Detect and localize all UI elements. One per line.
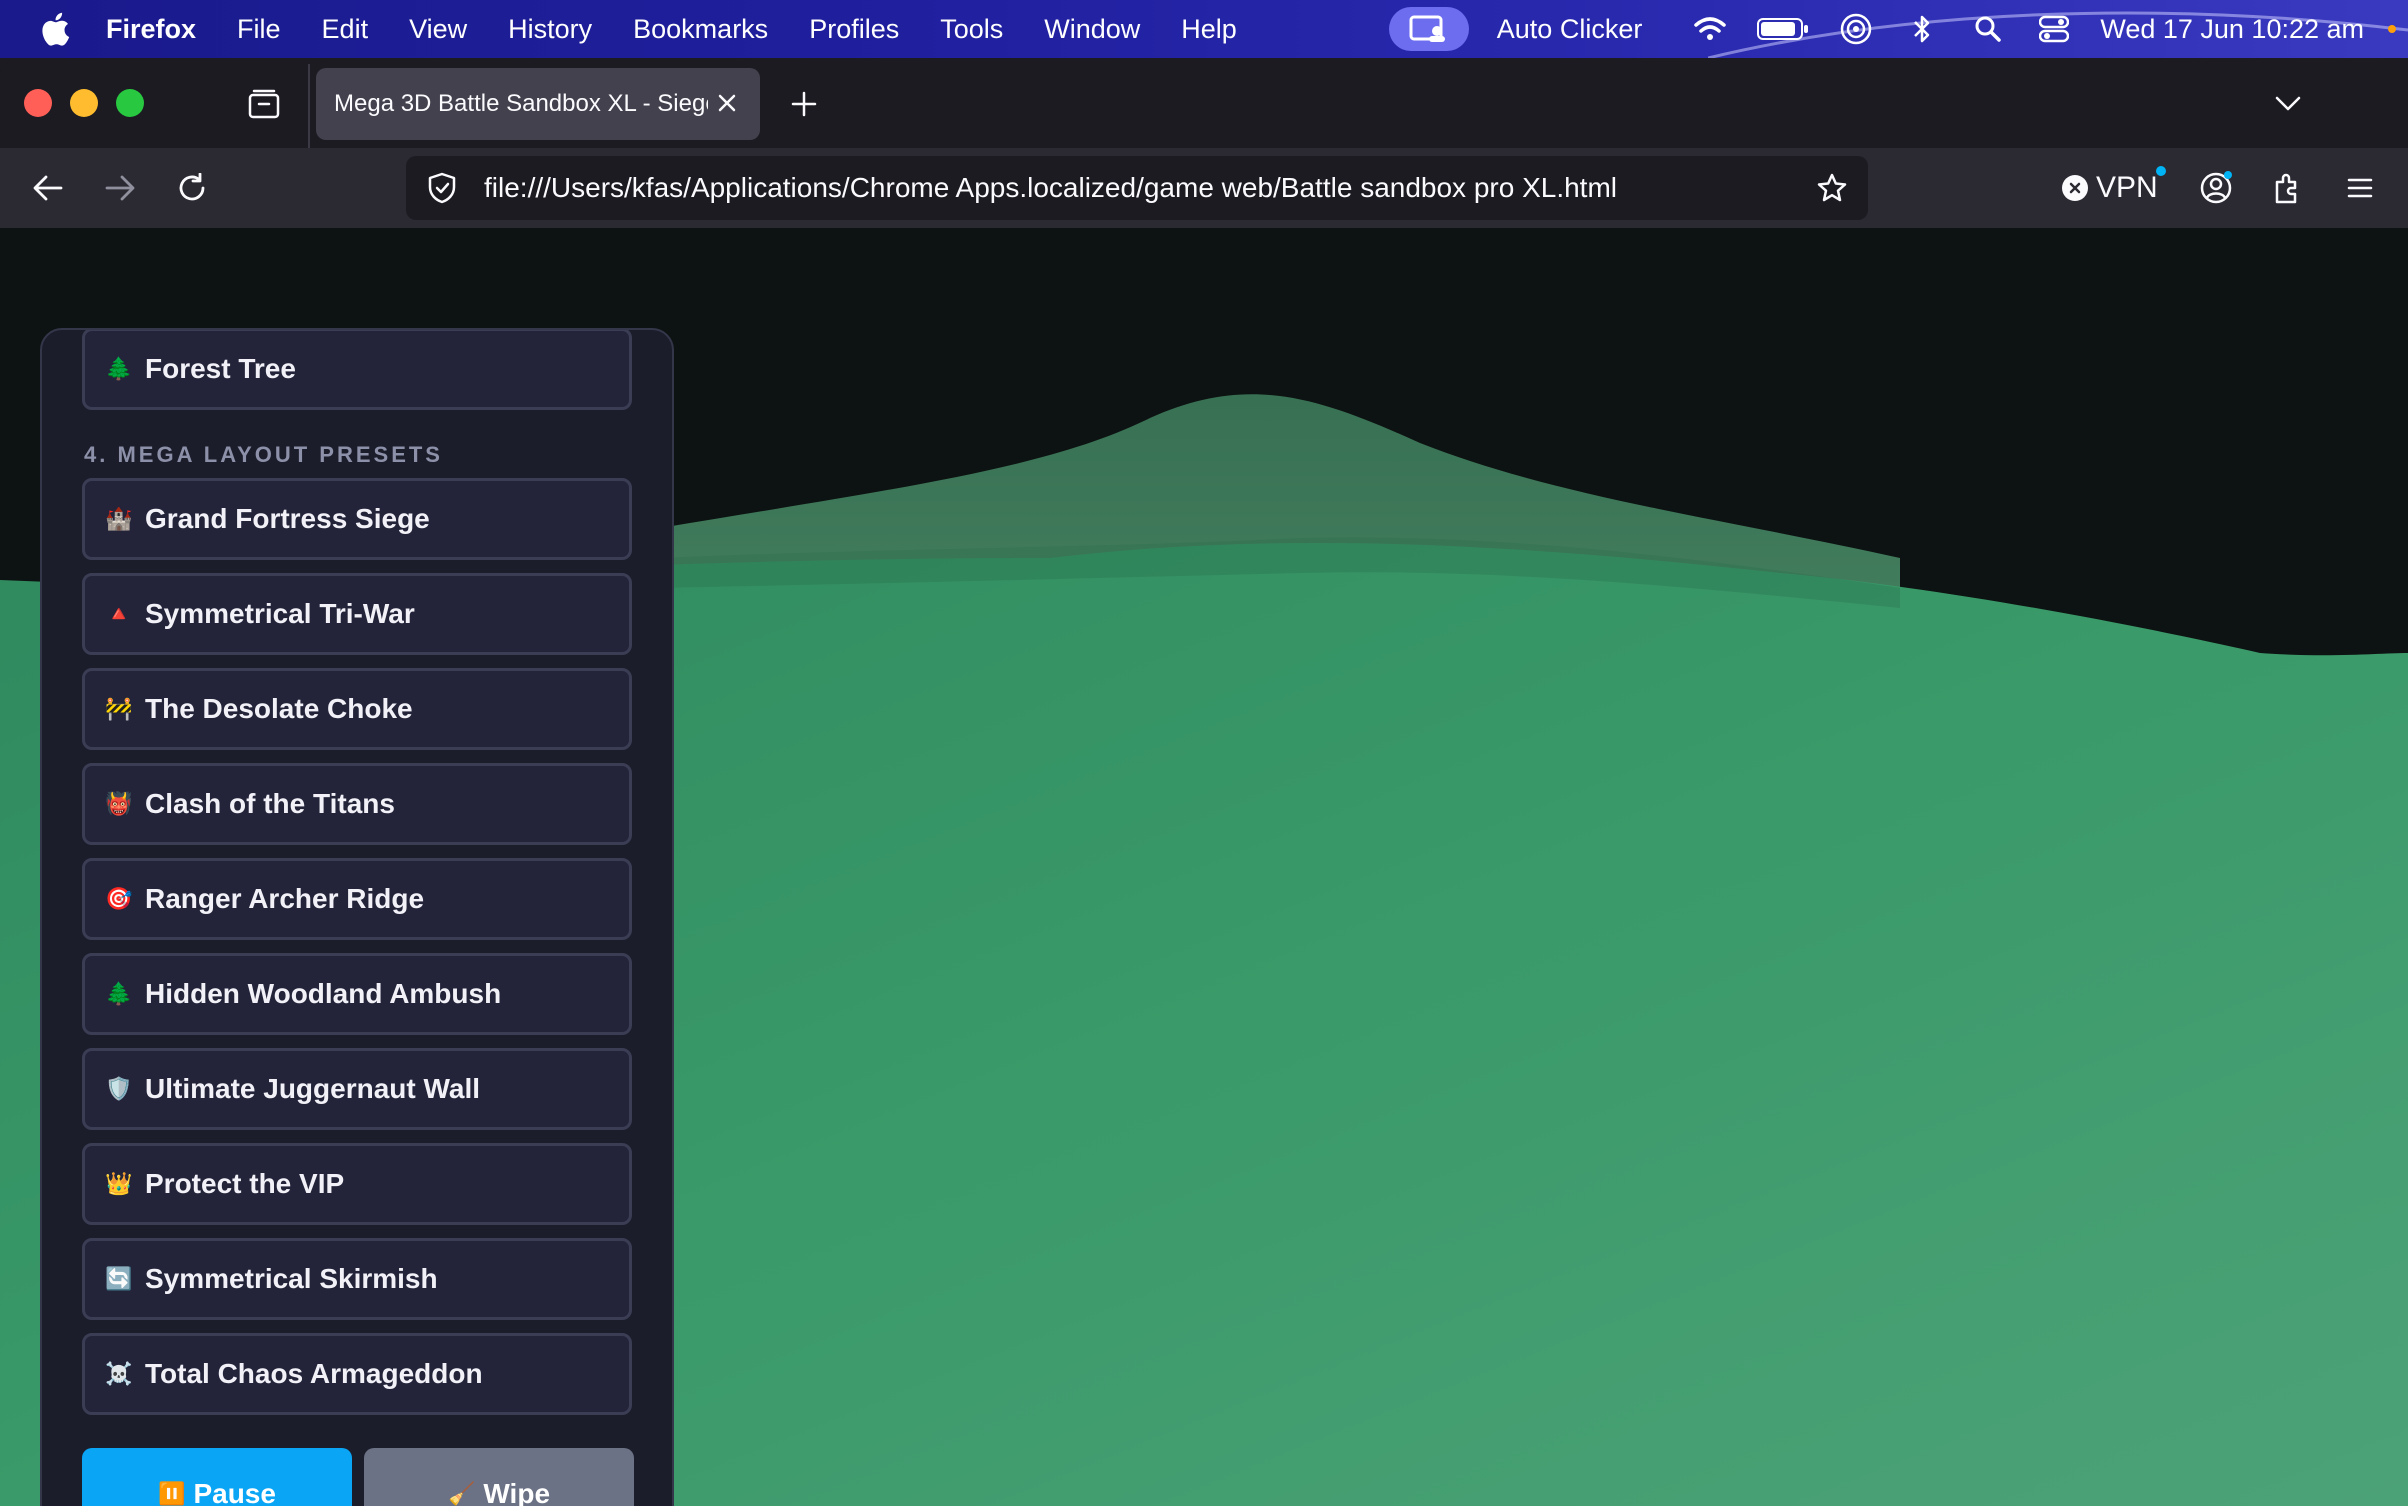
control-center-icon[interactable]	[2034, 9, 2074, 49]
preset-grand-fortress-siege[interactable]: 🏰 Grand Fortress Siege	[82, 478, 632, 560]
preset-label: Ranger Archer Ridge	[145, 883, 425, 914]
menu-history[interactable]: History	[508, 14, 592, 45]
red-triangle-icon: 🔺	[105, 601, 133, 626]
airdrop-icon[interactable]	[1836, 9, 1876, 49]
back-arrow-icon[interactable]	[26, 166, 70, 210]
bookmark-star-icon[interactable]	[1812, 168, 1852, 208]
tab-overview-icon[interactable]	[244, 84, 284, 124]
menu-bookmarks[interactable]: Bookmarks	[633, 14, 768, 45]
target-icon: 🎯	[105, 886, 133, 911]
wifi-icon[interactable]	[1690, 9, 1730, 49]
battery-icon[interactable]	[1756, 9, 1810, 49]
wipe-label: Wipe	[483, 1478, 551, 1506]
preset-label: Clash of the Titans	[145, 788, 395, 819]
preset-hidden-woodland-ambush[interactable]: 🌲 Hidden Woodland Ambush	[82, 953, 632, 1035]
active-tab[interactable]: Mega 3D Battle Sandbox XL - Siege	[316, 68, 760, 140]
preset-clash-of-the-titans[interactable]: 👹 Clash of the Titans	[82, 763, 632, 845]
forest-tree-label: Forest Tree	[145, 353, 296, 384]
menu-view[interactable]: View	[409, 14, 467, 45]
ogre-icon: 👹	[105, 791, 133, 816]
recording-indicator	[2388, 25, 2396, 33]
close-window-button[interactable]	[24, 89, 52, 117]
preset-ranger-archer-ridge[interactable]: 🎯 Ranger Archer Ridge	[82, 858, 632, 940]
preset-label: Total Chaos Armageddon	[145, 1358, 483, 1389]
pause-icon: ⏸️	[158, 1481, 186, 1506]
tab-separator	[308, 64, 310, 148]
bluetooth-icon[interactable]	[1902, 9, 1942, 49]
tracking-protection-shield-icon[interactable]	[424, 170, 460, 206]
preset-label: Hidden Woodland Ambush	[145, 978, 502, 1009]
reload-icon[interactable]	[170, 166, 214, 210]
close-tab-icon[interactable]	[712, 88, 742, 118]
section-title: 4. MEGA LAYOUT PRESETS	[84, 442, 443, 467]
preset-label: The Desolate Choke	[145, 693, 413, 724]
account-icon[interactable]	[2194, 166, 2238, 210]
menubar-clock[interactable]: Wed 17 Jun 10:22 am	[2100, 14, 2364, 45]
menu-edit[interactable]: Edit	[322, 14, 369, 45]
navigation-toolbar: file:///Users/kfas/Applications/Chrome A…	[0, 148, 2408, 228]
vpn-notification-dot	[2155, 166, 2166, 176]
menu-help[interactable]: Help	[1181, 14, 1237, 45]
browser-window: Mega 3D Battle Sandbox XL - Siege file:/…	[0, 58, 2408, 1506]
address-bar[interactable]: file:///Users/kfas/Applications/Chrome A…	[406, 156, 1868, 220]
game-viewport[interactable]: 🌲 Forest Tree 4. MEGA LAYOUT PRESETS 🏰 G…	[0, 228, 2408, 1506]
vpn-off-icon	[2062, 175, 2088, 201]
apple-menu-icon[interactable]	[38, 12, 72, 46]
forward-arrow-icon[interactable]	[98, 166, 142, 210]
menu-app-firefox[interactable]: Firefox	[106, 14, 196, 45]
control-panel: 🌲 Forest Tree 4. MEGA LAYOUT PRESETS 🏰 G…	[40, 328, 674, 1506]
skull-icon: ☠️	[105, 1361, 133, 1386]
preset-total-chaos-armageddon[interactable]: ☠️ Total Chaos Armageddon	[82, 1333, 632, 1415]
preset-the-desolate-choke[interactable]: 🚧 The Desolate Choke	[82, 668, 632, 750]
new-tab-icon[interactable]	[784, 84, 824, 124]
tab-bar: Mega 3D Battle Sandbox XL - Siege	[0, 58, 2408, 148]
preset-ultimate-juggernaut-wall[interactable]: 🛡️ Ultimate Juggernaut Wall	[82, 1048, 632, 1130]
shield-icon: 🛡️	[105, 1076, 133, 1101]
crown-icon: 👑	[105, 1171, 133, 1196]
tree-icon: 🌲	[105, 356, 133, 381]
screen-share-icon[interactable]	[1388, 7, 1469, 51]
wipe-button[interactable]: 🧹 Wipe	[364, 1448, 634, 1506]
preset-label: Protect the VIP	[145, 1168, 345, 1199]
hamburger-menu-icon[interactable]	[2338, 166, 2382, 210]
broom-icon: 🧹	[447, 1481, 476, 1506]
construction-barrier-icon: 🚧	[105, 696, 133, 721]
preset-label: Symmetrical Skirmish	[145, 1263, 438, 1294]
tab-title: Mega 3D Battle Sandbox XL - Siege	[334, 90, 708, 117]
preset-protect-the-vip[interactable]: 👑 Protect the VIP	[82, 1143, 632, 1225]
pause-button[interactable]: ⏸️ Pause	[82, 1448, 352, 1506]
menu-tools[interactable]: Tools	[940, 14, 1003, 45]
spotlight-search-icon[interactable]	[1968, 9, 2008, 49]
castle-icon: 🏰	[105, 506, 133, 531]
menu-window[interactable]: Window	[1044, 14, 1140, 45]
macos-menu-bar: Firefox File Edit View History Bookmarks…	[0, 0, 2408, 58]
menu-profiles[interactable]: Profiles	[809, 14, 899, 45]
preset-label: Symmetrical Tri-War	[145, 598, 415, 629]
minimize-window-button[interactable]	[70, 89, 98, 117]
url-text[interactable]: file:///Users/kfas/Applications/Chrome A…	[484, 172, 1812, 204]
zoom-window-button[interactable]	[116, 89, 144, 117]
preset-label: Grand Fortress Siege	[145, 503, 430, 534]
menu-file[interactable]: File	[237, 14, 281, 45]
preset-symmetrical-tri-war[interactable]: 🔺 Symmetrical Tri-War	[82, 573, 632, 655]
forest-tree-button[interactable]: 🌲 Forest Tree	[82, 330, 632, 410]
tree-icon: 🌲	[105, 981, 133, 1006]
list-all-tabs-chevron-down-icon[interactable]	[2268, 84, 2308, 124]
preset-label: Ultimate Juggernaut Wall	[145, 1073, 481, 1104]
vpn-label: VPN	[2096, 171, 2158, 204]
preset-symmetrical-skirmish[interactable]: 🔄 Symmetrical Skirmish	[82, 1238, 632, 1320]
cycle-arrows-icon: 🔄	[105, 1266, 133, 1291]
vpn-button[interactable]: VPN	[2062, 166, 2166, 210]
pause-label: Pause	[193, 1478, 276, 1506]
extensions-puzzle-icon[interactable]	[2266, 166, 2310, 210]
auto-clicker-status[interactable]: Auto Clicker	[1497, 14, 1643, 45]
